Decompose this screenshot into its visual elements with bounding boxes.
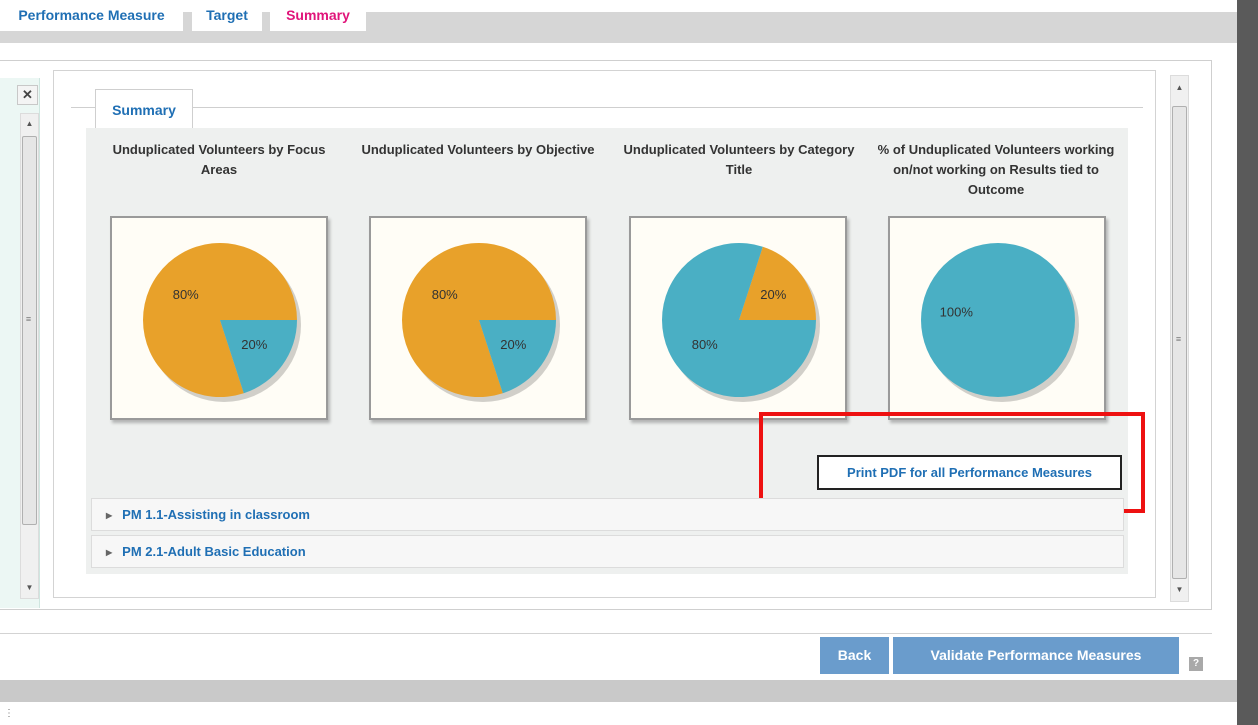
accordion-label: PM 2.1-Adult Basic Education [122,544,306,559]
back-button[interactable]: Back [820,637,889,674]
print-pdf-button[interactable]: Print PDF for all Performance Measures [817,455,1122,490]
divider [0,633,1212,634]
scroll-grip-icon: ≡ [1175,334,1182,344]
pie-data-label: 20% [241,337,267,352]
accordion-pm-1-1[interactable]: ▶ PM 1.1-Assisting in classroom [91,498,1124,531]
chart-title: Unduplicated Volunteers by Objective [361,142,595,157]
tab-target[interactable]: Target [192,0,262,31]
help-icon[interactable]: ? [1189,657,1203,671]
scroll-up-icon[interactable]: ▲ [1171,80,1188,96]
pie-data-label: 80% [692,337,718,352]
accordion-pm-2-1[interactable]: ▶ PM 2.1-Adult Basic Education [91,535,1124,568]
pie-data-label: 20% [500,337,526,352]
bottom-bar [0,680,1237,702]
expand-triangle-icon: ▶ [106,548,113,557]
tab-summary[interactable]: Summary [270,0,366,31]
pie-data-label: 20% [760,287,786,302]
pie-chart: 20% 80% [629,216,847,420]
window-edge [1237,0,1258,725]
pie-chart: 80% 20% [369,216,587,420]
pie-data-label: 80% [432,287,458,302]
chart-title: Unduplicated Volunteers by Focus Areas [112,142,326,177]
chart-title: Unduplicated Volunteers by Category Titl… [623,142,855,177]
scroll-thumb[interactable] [22,136,37,525]
pie-svg: 80% 20% [143,243,301,402]
left-scrollbar[interactable]: ▲ ≡ ▼ [20,113,39,599]
expand-triangle-icon: ▶ [106,511,113,520]
tab-strip [0,12,1237,43]
pie-svg: 80% 20% [402,243,560,402]
pie-slice [921,243,1075,397]
scroll-grip-icon: ≡ [25,314,32,324]
pie-svg: 100% [921,243,1079,402]
scroll-down-icon[interactable]: ▼ [1171,582,1188,598]
pie-chart: 100% [888,216,1106,420]
close-icon[interactable]: ✕ [17,85,38,105]
chart-title: % of Unduplicated Volunteers working on/… [877,142,1115,197]
right-scrollbar[interactable]: ▲ ≡ ▼ [1170,75,1189,602]
pie-data-label: 80% [173,287,199,302]
panel-tab-line [71,107,1143,108]
scroll-up-icon[interactable]: ▲ [21,116,38,132]
validate-button[interactable]: Validate Performance Measures [893,637,1179,674]
accordion-label: PM 1.1-Assisting in classroom [122,507,310,522]
pie-data-label: 100% [940,305,974,320]
panel-tab-summary[interactable]: Summary [95,89,193,129]
separator-mark: ⋮ [4,708,14,719]
pie-chart: 80% 20% [110,216,328,420]
scroll-down-icon[interactable]: ▼ [21,580,38,596]
pie-svg: 20% 80% [662,243,820,402]
tab-performance-measure[interactable]: Performance Measure [0,0,183,31]
